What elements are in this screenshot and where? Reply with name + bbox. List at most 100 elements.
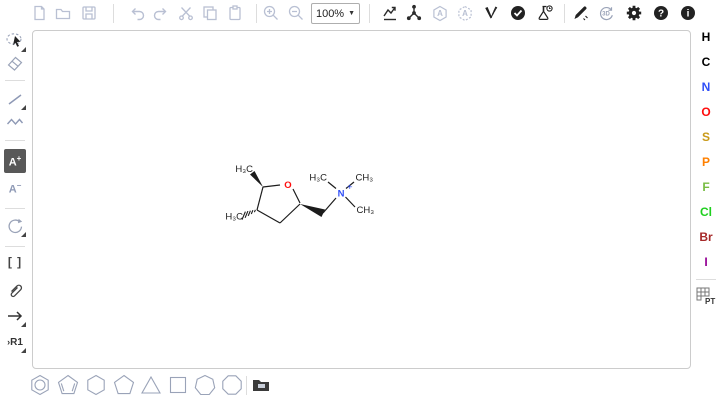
svg-text:A: A: [462, 9, 468, 18]
calculated-values-button[interactable]: [535, 3, 555, 23]
cyclopentane-template-icon: [113, 374, 135, 396]
atom-label: S: [702, 130, 710, 144]
atom-label-oxygen[interactable]: O: [284, 180, 291, 191]
toolbar-separator: [369, 4, 370, 23]
atom-label-n-methyl-nw[interactable]: H₃C: [309, 173, 327, 184]
atom-button-i[interactable]: I: [695, 252, 717, 272]
bond-ch2-n[interactable]: [323, 198, 336, 213]
atom-button-c[interactable]: C: [695, 52, 717, 72]
rotate-tool-button[interactable]: [4, 215, 26, 237]
atom-label-methyl-top[interactable]: H₃C: [235, 164, 253, 175]
bond-c4-c3[interactable]: [257, 210, 280, 223]
atom-label: I: [704, 255, 707, 269]
eraser-button[interactable]: [4, 52, 26, 74]
clean-up-button[interactable]: [404, 3, 424, 23]
new-document-button[interactable]: [29, 3, 49, 23]
template-cyclopropane-button[interactable]: [140, 374, 162, 396]
template-cycloheptane-button[interactable]: [194, 374, 216, 396]
dearomatize-icon: A: [456, 4, 474, 22]
reaction-arrow-icon: [5, 306, 25, 326]
toolbar-separator: [5, 80, 25, 81]
undo-icon: [128, 4, 146, 22]
eraser-icon: [5, 53, 25, 73]
hash-bond-c4-methyl[interactable]: [242, 210, 255, 220]
atom-label-n-methyl-se[interactable]: CH₃: [357, 205, 375, 216]
zoom-level-value: 100%: [316, 8, 344, 20]
cyclopropane-template-icon: [140, 374, 162, 396]
atom-button-p[interactable]: P: [695, 152, 717, 172]
cyclopentadiene-template-icon: [57, 374, 79, 396]
bond-tool-button[interactable]: [4, 88, 26, 110]
bond-c3-c2[interactable]: [280, 204, 300, 223]
about-icon: i: [679, 4, 697, 22]
atom-button-o[interactable]: O: [695, 102, 717, 122]
wedge-bond-c2-ch2[interactable]: [300, 204, 325, 217]
pencil-button[interactable]: [570, 3, 590, 23]
bond-n-ch3-nw[interactable]: [328, 182, 336, 189]
zoom-out-button[interactable]: [286, 3, 306, 23]
copy-button[interactable]: [200, 3, 220, 23]
atom-button-f[interactable]: F: [695, 177, 717, 197]
zoom-level-dropdown[interactable]: 100% ▼: [311, 3, 360, 24]
settings-gear-icon: [625, 4, 643, 22]
template-cyclobutane-button[interactable]: [167, 374, 189, 396]
rgroup-tool-button[interactable]: ›R1: [4, 331, 26, 353]
atom-label-n-methyl-ne[interactable]: CH₃: [356, 173, 374, 184]
atom-label: Br: [699, 230, 712, 244]
chain-tool-button[interactable]: [4, 110, 26, 132]
aromatize-button[interactable]: A: [430, 3, 450, 23]
reaction-arrow-button[interactable]: [4, 305, 26, 327]
dearomatize-button[interactable]: A: [455, 3, 475, 23]
atom-label-nitrogen[interactable]: N: [338, 189, 345, 200]
template-cyclopentane-button[interactable]: [113, 374, 135, 396]
attachment-paperclip-icon: [5, 280, 25, 300]
template-library-button[interactable]: [250, 374, 272, 396]
attachment-tool-button[interactable]: [4, 279, 26, 301]
template-cyclopentadiene-button[interactable]: [57, 374, 79, 396]
template-benzene-button[interactable]: [29, 374, 51, 396]
toolbar-separator: [5, 208, 25, 209]
nitrogen-charge-label: +: [347, 182, 353, 193]
bond-n-ch3-se[interactable]: [346, 197, 356, 207]
lasso-select-button[interactable]: [4, 30, 26, 52]
paste-button[interactable]: [225, 3, 245, 23]
check-structure-button[interactable]: [508, 3, 528, 23]
atom-button-n[interactable]: N: [695, 77, 717, 97]
atom-button-h[interactable]: H: [695, 27, 717, 47]
sgroup-brackets-icon: [ ]: [8, 255, 22, 269]
atom-button-cl[interactable]: Cl: [695, 202, 717, 222]
help-button[interactable]: ?: [651, 3, 671, 23]
periodic-table-button[interactable]: PT: [695, 285, 717, 307]
atom-label-methyl-left[interactable]: H₃C: [225, 212, 243, 223]
atom-label: N: [702, 80, 711, 94]
open-button[interactable]: [53, 3, 73, 23]
rgroup-icon: ›R1: [7, 337, 23, 348]
template-cyclohexane-button[interactable]: [85, 374, 107, 396]
undo-button[interactable]: [127, 3, 147, 23]
atom-button-s[interactable]: S: [695, 127, 717, 147]
svg-text:PT: PT: [705, 297, 715, 306]
charge-minus-button[interactable]: A−: [4, 177, 26, 199]
about-button[interactable]: i: [678, 3, 698, 23]
zoom-in-button[interactable]: [261, 3, 281, 23]
sgroup-tool-button[interactable]: [ ]: [4, 251, 26, 273]
svg-text:?: ?: [658, 9, 664, 20]
settings-button[interactable]: [624, 3, 644, 23]
stereochemistry-button[interactable]: [481, 3, 501, 23]
bond-c5-o[interactable]: [263, 185, 280, 187]
save-button[interactable]: [79, 3, 99, 23]
atom-button-br[interactable]: Br: [695, 227, 717, 247]
pencil-icon: [571, 4, 589, 22]
periodic-table-icon: PT: [695, 285, 717, 307]
viewer-3d-button[interactable]: 3D: [596, 3, 616, 23]
charge-plus-button[interactable]: A+: [4, 149, 26, 173]
cut-button[interactable]: [176, 3, 196, 23]
cyclooctane-template-icon: [221, 374, 243, 396]
layout-button[interactable]: [380, 3, 400, 23]
redo-button[interactable]: [151, 3, 171, 23]
molecule-structure[interactable]: H₃C O H₃C N + H₃C CH₃ CH₃: [220, 150, 395, 235]
bond-o-c2[interactable]: [293, 189, 300, 203]
template-cyclooctane-button[interactable]: [221, 374, 243, 396]
atom-label: F: [702, 180, 709, 194]
bond-c5-c4[interactable]: [257, 187, 263, 210]
